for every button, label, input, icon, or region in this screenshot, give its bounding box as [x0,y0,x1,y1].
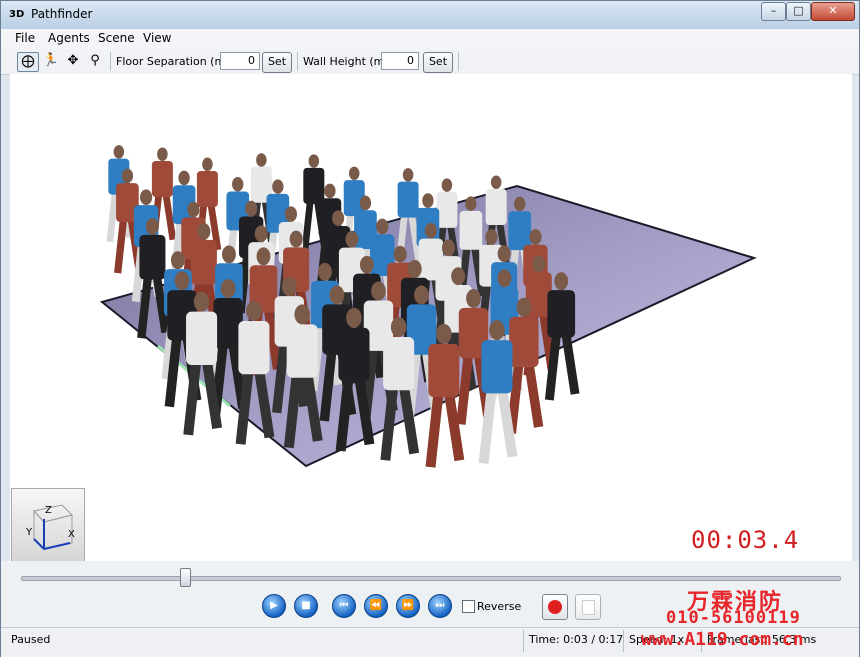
agent-figure [425,323,465,468]
title-bar[interactable]: 3D Pathfinder – □ ✕ [1,1,859,29]
close-button[interactable]: ✕ [811,2,855,21]
stop-icon: ■ [301,600,311,611]
menu-scene[interactable]: Scene [98,31,135,45]
toolbar: ⨁ 🏃 ✥ ⚲ Floor Separation (m): 0 Set Wall… [1,49,859,75]
timeline-slider-thumb[interactable] [179,568,191,587]
agent-crowd [106,145,580,468]
status-divider [623,630,624,652]
walk-tool-button[interactable]: 🏃 [41,52,61,70]
orbit-icon: ⨁ [21,54,35,69]
stop-button[interactable]: ■ [294,594,318,618]
skip-to-start-button[interactable]: ⏮ [332,594,356,618]
skip-to-start-icon: ⏮ [339,600,349,611]
app-window: 3D Pathfinder – □ ✕ File Agents Scene Vi… [0,0,860,657]
agent-figure [380,317,420,461]
stop-record-button[interactable] [575,594,601,620]
3d-viewport[interactable] [10,74,852,561]
orbit-tool-button[interactable]: ⨁ [17,52,39,72]
skip-to-end-icon: ⏭ [435,600,445,611]
toolbar-divider [297,52,298,71]
walk-icon: 🏃 [42,53,60,68]
scene-render [99,145,757,468]
agent-figure [544,272,580,401]
app-icon: 3D [9,9,25,20]
axis-z-label: Z [45,505,52,516]
simulation-timer: 00:03.4 [691,526,800,554]
fast-forward-icon: ⏩ [401,600,415,611]
timeline-slider[interactable] [21,576,841,581]
axis-orientation-widget[interactable]: Z Y X [11,488,85,562]
wall-height-set-button[interactable]: Set [423,52,453,73]
menu-view[interactable]: View [143,31,171,45]
floor-separation-input[interactable]: 0 [220,52,260,70]
toolbar-divider [110,52,111,71]
window-title: Pathfinder [31,7,93,21]
rewind-icon: ⏪ [369,600,383,611]
agent-figure [183,291,223,436]
agent-figure [506,297,544,434]
wall-height-label: Wall Height (m): [303,55,393,68]
maximize-icon: □ [793,4,804,17]
axis-y-label: Y [25,527,33,538]
minimize-button[interactable]: – [761,2,786,21]
play-icon: ▶ [270,600,278,611]
pan-tool-button[interactable]: ✥ [63,52,83,70]
play-button[interactable]: ▶ [262,594,286,618]
wall-height-input[interactable]: 0 [381,52,419,70]
fast-forward-button[interactable]: ⏩ [396,594,420,618]
watermark-url: www.A119.com.cn [641,629,804,650]
record-button[interactable] [542,594,568,620]
maximize-button[interactable]: □ [786,2,811,21]
rewind-button[interactable]: ⏪ [364,594,388,618]
menu-bar: File Agents Scene View [1,29,859,49]
status-divider [523,630,524,652]
floor-separation-label: Floor Separation (m): [116,55,234,68]
close-icon: ✕ [828,4,838,17]
toolbar-divider [458,52,459,71]
pan-icon: ✥ [67,53,79,68]
floor-separation-set-button[interactable]: Set [262,52,292,73]
reverse-checkbox[interactable] [462,600,475,613]
minimize-icon: – [770,4,777,17]
axis-gizmo: Z Y X [25,504,75,551]
agent-figure [478,320,518,464]
zoom-tool-button[interactable]: ⚲ [85,52,105,70]
skip-to-end-button[interactable]: ⏭ [428,594,452,618]
menu-agents[interactable]: Agents [48,31,90,45]
watermark-phone: 010-56100119 [666,608,801,628]
zoom-icon: ⚲ [90,53,100,68]
reverse-label: Reverse [477,600,522,613]
axis-x-label: X [68,529,75,540]
status-time: Time: 0:03 / 0:17 [529,633,624,646]
menu-file[interactable]: File [15,31,35,45]
status-state: Paused [11,633,51,646]
